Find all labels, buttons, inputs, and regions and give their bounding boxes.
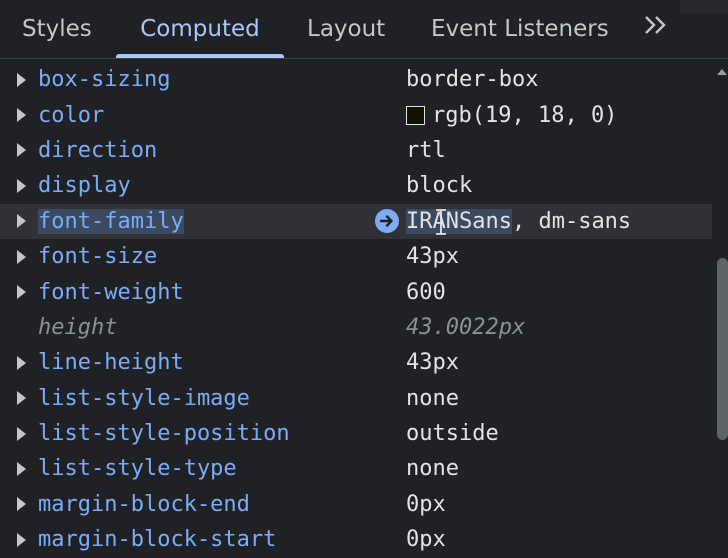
property-row-color[interactable]: color rgb(19, 18, 0) (0, 97, 712, 132)
property-row-font-family[interactable]: font-family IRANSans, dm-sans (0, 203, 712, 239)
property-row-box-sizing[interactable]: box-sizing border-box (0, 62, 712, 97)
expand-triangle-icon[interactable] (17, 497, 26, 512)
property-value: block (406, 173, 473, 199)
property-name-rest: family (104, 208, 184, 234)
color-value-text: rgb(19, 18, 0) (432, 102, 618, 128)
color-swatch[interactable] (406, 105, 425, 125)
property-value: 0px (406, 527, 446, 553)
tab-event-listeners[interactable]: Event Listeners (431, 0, 609, 58)
search-highlight: font- (38, 208, 105, 234)
property-value: none (406, 456, 459, 482)
property-value: border-box (406, 67, 539, 93)
tab-computed[interactable]: Computed (116, 0, 284, 58)
property-row-display[interactable]: display block (0, 168, 712, 203)
expand-triangle-icon[interactable] (17, 108, 26, 123)
property-name: display (38, 173, 131, 199)
expand-triangle-icon[interactable] (17, 532, 26, 547)
property-row-font-weight[interactable]: font-weight 600 (0, 274, 712, 309)
property-row-font-size[interactable]: font-size 43px (0, 239, 712, 274)
property-value: 0px (406, 491, 446, 517)
property-name: list-style-type (38, 456, 237, 482)
property-name: height (38, 314, 118, 340)
property-name: list-style-position (38, 421, 290, 447)
property-row-direction[interactable]: direction rtl (0, 133, 712, 168)
panel-tabbar: Styles Computed Layout Event Listeners (0, 0, 728, 58)
property-name: margin-block-end (38, 491, 250, 517)
arrow-right-icon (379, 215, 393, 227)
computed-properties-list: box-sizing border-box color rgb(19, 18, … (0, 62, 712, 557)
property-value: none (406, 385, 459, 411)
tabbar-divider (0, 58, 728, 59)
property-value: 600 (406, 279, 446, 305)
expand-triangle-icon[interactable] (17, 461, 26, 476)
property-value: 43px (406, 350, 459, 376)
property-value: 43.0022px (406, 314, 526, 340)
expand-triangle-icon[interactable] (17, 391, 26, 406)
property-name: box-sizing (38, 67, 171, 93)
property-value: outside (406, 421, 499, 447)
property-value: rtl (406, 137, 446, 163)
expand-triangle-icon[interactable] (17, 214, 26, 229)
property-name: font-size (38, 244, 158, 270)
expand-triangle-icon[interactable] (17, 285, 26, 300)
double-chevron-right-icon (645, 16, 666, 34)
property-name: margin-block-start (38, 527, 277, 553)
scroll-up-arrow-icon[interactable] (716, 66, 728, 78)
expand-triangle-icon[interactable] (17, 178, 26, 193)
property-name: list-style-image (38, 385, 250, 411)
text-cursor-icon (436, 208, 446, 235)
property-name: font-family (38, 208, 184, 234)
property-name: font-weight (38, 279, 184, 305)
property-row-list-style-position[interactable]: list-style-position outside (0, 416, 712, 451)
tab-styles[interactable]: Styles (22, 0, 92, 58)
property-row-list-style-type[interactable]: list-style-type none (0, 451, 712, 486)
property-value: 43px (406, 244, 459, 270)
property-row-height[interactable]: height 43.0022px (0, 310, 712, 345)
scrollbar-thumb[interactable] (717, 258, 728, 440)
expand-triangle-icon[interactable] (17, 72, 26, 87)
expand-triangle-icon[interactable] (17, 355, 26, 370)
property-value: rgb(19, 18, 0) (406, 103, 617, 128)
property-name: line-height (38, 350, 184, 376)
toolbar-corner (680, 0, 728, 14)
expand-triangle-icon[interactable] (17, 143, 26, 158)
property-name: color (38, 102, 105, 128)
navigate-to-style-icon[interactable] (375, 209, 399, 234)
property-row-line-height[interactable]: line-height 43px (0, 345, 712, 380)
expand-triangle-icon[interactable] (17, 426, 26, 441)
value-rest: , dm-sans (511, 208, 632, 234)
property-row-list-style-image[interactable]: list-style-image none (0, 381, 712, 416)
tab-layout[interactable]: Layout (307, 0, 385, 58)
more-tabs-button[interactable] (636, 0, 676, 54)
expand-triangle-icon[interactable] (17, 249, 26, 264)
property-row-margin-block-start[interactable]: margin-block-start 0px (0, 522, 712, 557)
property-row-margin-block-end[interactable]: margin-block-end 0px (0, 487, 712, 522)
property-name: direction (38, 137, 158, 163)
value-highlight: IRANSans (406, 208, 512, 234)
